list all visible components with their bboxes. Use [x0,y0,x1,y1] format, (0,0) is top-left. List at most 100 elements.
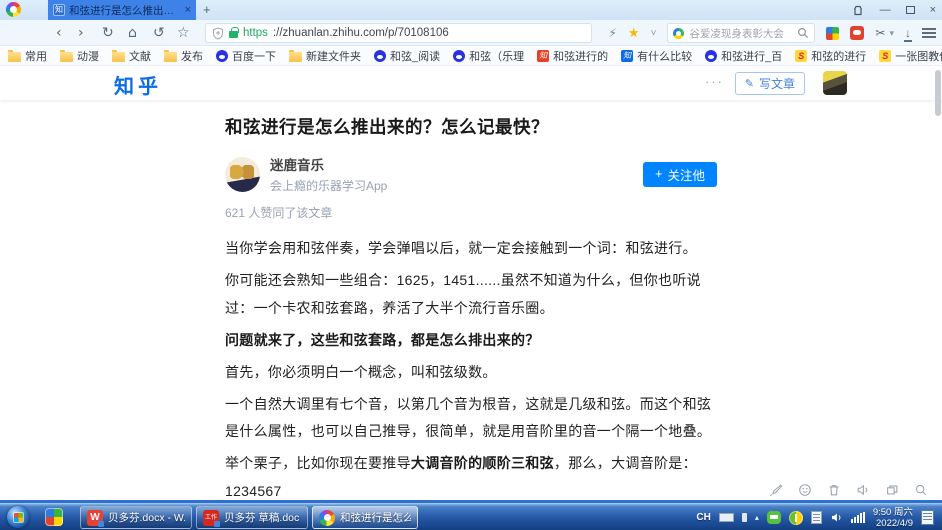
taskbar-task-wps[interactable]: W 贝多芬.docx - W... [80,506,192,529]
bookmark-item[interactable]: 和弦（乐理 [453,48,524,64]
search-engine-icon[interactable] [673,27,685,39]
volume-icon[interactable] [830,511,843,524]
bookmark-folder[interactable]: 动漫 [60,48,99,64]
home-icon[interactable]: ⌂ [128,20,137,46]
shield-icon[interactable] [212,26,224,40]
taskbar-task-doc[interactable]: 工作 贝多芬 草稿.doc ... [196,506,308,529]
restore-button[interactable] [905,6,915,14]
tray-expand-icon[interactable]: ▴ [755,513,759,522]
accelerate-icon[interactable]: ⚡ [608,26,616,40]
folder-icon [112,49,125,62]
nav-toolbar: ⚡ ★ ˅ 谷爱凌现身表彰大会 ✂ ▾ ↓ [608,20,936,46]
bookmark-label: 和弦进行_百 [721,51,783,63]
tab-close-icon[interactable]: × [185,4,191,16]
bookmark-item[interactable]: 知有什么比较 [621,48,692,64]
bookmark-folder[interactable]: 新建文件夹 [289,48,361,64]
page-content: 知乎 ··· ✎ 写文章 和弦进行是怎么推出来的？怎么记最快？ 迷鹿音乐 会上瘾… [0,66,942,500]
bookmark-label: 有什么比较 [637,51,693,63]
start-button[interactable] [7,506,29,528]
task-title: 贝多芬 草稿.doc ... [224,512,301,524]
paragraph: 你可能还会熟知一些组合：1625，1451......虽然不知道为什么，但你也听… [225,272,701,316]
folder-icon [60,49,73,62]
search-magnifier-icon[interactable] [797,27,809,39]
search-input[interactable]: 谷爱凌现身表彰大会 [667,23,816,43]
new-tab-button[interactable]: + [203,2,211,17]
paragraph: 举个栗子，比如你现在要推导大调音阶的顺阶三和弦，那么，大调音阶是：1234567 [225,450,717,500]
user-avatar[interactable] [823,71,847,95]
bookmark-item[interactable]: 和弦进行_百 [705,48,782,64]
emoji-icon[interactable] [798,483,812,497]
menu-hamburger-icon[interactable] [922,28,936,38]
download-icon[interactable]: ↓ [904,27,912,42]
bookmark-item[interactable]: 和弦_阅读 [374,48,440,64]
bookmark-item[interactable]: S一张图教你 [879,48,942,64]
author-avatar[interactable] [225,156,260,192]
bookmark-folder[interactable]: 文献 [112,48,151,64]
bookmark-folder[interactable]: 发布 [164,48,203,64]
back-icon[interactable]: ‹ [56,20,62,46]
skin-theme-icon[interactable] [851,4,865,16]
url-scheme: https [243,27,268,39]
bookmark-star-icon[interactable]: ★ [628,25,640,41]
folder-icon [289,49,302,62]
rocket-icon[interactable] [769,483,783,497]
trash-icon[interactable] [827,483,841,497]
forward-icon[interactable]: › [78,20,84,46]
wechat-icon[interactable] [766,511,781,524]
clock-time: 9:50 [872,506,892,518]
url-text: ://zhuanlan.zhihu.com/p/70108106 [272,27,449,39]
paragraph-segment-bold: 大调音阶的顺阶三和弦 [410,455,554,471]
bookmark-item[interactable]: 知和弦进行的 [537,48,608,64]
taskbar-task-browser[interactable]: 和弦进行是怎么... [312,506,418,529]
follow-button[interactable]: + 关注他 [643,161,717,187]
undo-icon[interactable]: ↺ [153,20,165,46]
write-article-button[interactable]: ✎ 写文章 [734,72,805,95]
bookmark-label: 常用 [25,51,47,63]
article: 和弦进行是怎么推出来的？怎么记最快？ 迷鹿音乐 会上瘾的乐器学习App + 关注… [225,114,717,500]
mute-speaker-icon[interactable] [856,483,870,497]
game-center-icon[interactable] [850,26,865,40]
author-name[interactable]: 迷鹿音乐 [270,154,387,174]
browser-quick-toolbar [769,483,928,497]
page-scrollbar[interactable] [935,70,941,116]
zhihu-logo[interactable]: 知乎 [114,70,162,99]
address-bar[interactable]: https ://zhuanlan.zhihu.com/p/70108106 [205,23,592,43]
clock-date: 2022/4/9 [876,517,913,529]
favorites-star-icon[interactable]: ☆ [177,20,190,46]
author-info: 迷鹿音乐 会上瘾的乐器学习App [270,154,387,194]
zoom-magnifier-icon[interactable] [914,483,928,497]
system-tray: CH ▴ 9:50 周六 2022/4/9 [696,504,934,530]
browser-tab-active[interactable]: 知 和弦进行是怎么推出来的？怎... × [48,0,196,20]
bookmark-label: 一张图教你 [895,51,942,63]
bookmark-label: 和弦_阅读 [390,51,441,63]
usb-device-icon[interactable] [741,513,747,522]
clock[interactable]: 9:50 周六 2022/4/9 [873,507,913,529]
close-button[interactable]: × [930,0,936,20]
taskbar-pinned-app-icon[interactable] [45,508,63,526]
baidu-icon [453,50,466,62]
taskbar: W 贝多芬.docx - W... 工作 贝多芬 草稿.doc ... 和弦进行… [0,503,942,530]
bookmark-item[interactable]: S 和弦的进行 [795,48,866,64]
write-article-label: 写文章 [758,77,795,91]
keyboard-icon[interactable] [718,513,734,522]
network-signal-icon[interactable] [850,512,865,523]
chevron-down-icon[interactable]: ˅ [651,28,657,39]
bookmark-label: 和弦（乐理 [469,51,525,63]
notebook-icon[interactable] [921,510,934,525]
scissors-caret-icon[interactable]: ▾ [889,28,894,39]
screenshot-scissors-icon[interactable]: ✂ [875,26,885,40]
bookmark-folder[interactable]: 常用 [8,48,47,64]
bookmark-item[interactable]: 百度一下 [216,48,276,64]
app-grid-icon[interactable] [826,26,840,40]
language-indicator[interactable]: CH [696,512,710,523]
window-controls: — × [851,0,936,20]
refresh-icon[interactable]: ↻ [102,20,114,46]
zhihu-header: 知乎 ··· ✎ 写文章 [0,66,942,100]
bookmark-label: 和弦进行的 [553,51,609,63]
header-more-icon[interactable]: ··· [705,74,724,89]
notes-icon[interactable] [810,511,822,524]
browser-logo-icon[interactable] [6,2,21,17]
window-restore-icon[interactable] [885,483,899,497]
minimize-button[interactable]: — [880,0,891,20]
security-shield-icon[interactable] [788,510,803,525]
